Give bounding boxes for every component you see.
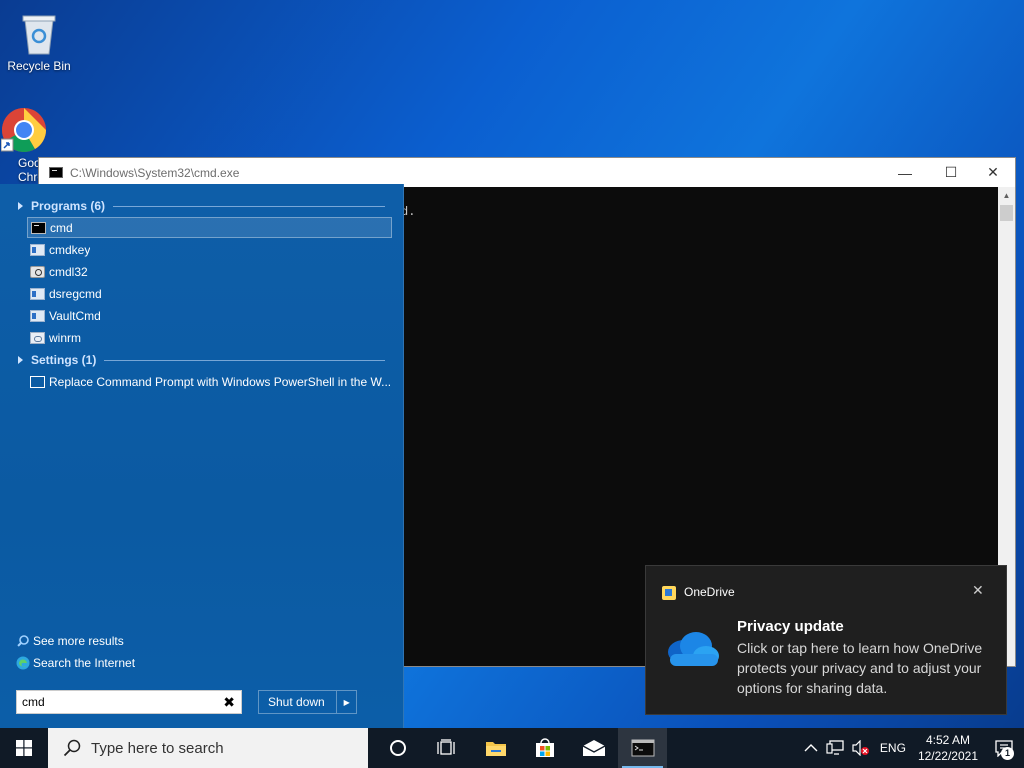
scroll-up-icon[interactable]: ▲ [998, 187, 1015, 204]
start-menu: Programs (6) cmd cmdkey cmdl32 dsregcmd … [0, 184, 404, 728]
task-view-button[interactable] [422, 728, 471, 768]
clear-search-icon[interactable]: ✖ [223, 694, 235, 711]
notification-app-name: OneDrive [684, 585, 735, 599]
result-label: dsregcmd [49, 286, 102, 301]
close-button[interactable]: ✕ [970, 158, 1016, 187]
taskbar: Type here to search ENG 4:52 AM 12/22/20… [0, 728, 1024, 768]
minimize-button[interactable]: — [882, 158, 928, 187]
result-label: winrm [49, 330, 81, 345]
result-setting-powershell[interactable]: Replace Command Prompt with Windows Powe… [27, 371, 392, 392]
file-explorer-button[interactable] [471, 728, 520, 768]
store-bag-icon [535, 738, 554, 757]
search-icon [63, 739, 81, 757]
mail-icon [582, 740, 605, 756]
cortana-circle-icon [389, 740, 406, 756]
shutdown-button[interactable]: Shut down ▶ [258, 690, 357, 714]
onedrive-app-icon [662, 586, 676, 600]
settings-icon [30, 375, 45, 388]
search-internet-link[interactable]: Search the Internet [16, 656, 135, 670]
result-cmdl32[interactable]: cmdl32 [27, 261, 392, 282]
result-label: cmdkey [49, 242, 91, 257]
result-dsregcmd[interactable]: dsregcmd [27, 283, 392, 304]
app-icon [30, 309, 45, 322]
chevron-up-icon [804, 744, 818, 752]
cmd-titlebar[interactable]: C:\Windows\System32\cmd.exe — ☐ ✕ [39, 158, 1015, 187]
see-more-results-link[interactable]: See more results [16, 634, 124, 648]
result-vaultcmd[interactable]: VaultCmd [27, 305, 392, 326]
cmd-icon [31, 221, 46, 234]
onedrive-cloud-icon [668, 632, 719, 666]
scroll-thumb[interactable] [1000, 205, 1013, 221]
start-search-input[interactable] [22, 695, 212, 709]
cortana-button[interactable] [373, 728, 422, 768]
section-heading: Settings (1) [31, 353, 97, 367]
result-label: Replace Command Prompt with Windows Powe… [49, 374, 392, 389]
divider [104, 359, 385, 361]
notification-body: Click or tap here to learn how OneDrive … [737, 640, 983, 696]
chrome-icon [1, 108, 46, 152]
clock-button[interactable]: 4:52 AM 12/22/2021 [912, 732, 984, 764]
cmd-icon [49, 167, 63, 178]
divider [113, 205, 385, 207]
result-label: cmdl32 [49, 264, 88, 279]
link-label: Search the Internet [33, 656, 136, 670]
taskbar-cmd-button[interactable] [618, 728, 667, 768]
maximize-button[interactable]: ☐ [928, 158, 974, 187]
mail-button[interactable] [569, 728, 618, 768]
expand-triangle-icon [18, 356, 23, 364]
volume-button[interactable] [848, 728, 874, 768]
app-icon [30, 243, 45, 256]
show-hidden-icons-button[interactable] [800, 728, 822, 768]
input-language-button[interactable]: ENG [874, 728, 912, 768]
task-view-icon [436, 739, 455, 755]
cmd-icon [631, 739, 654, 757]
desktop-icon-recycle-bin[interactable]: Recycle Bin [0, 10, 78, 73]
network-icon [826, 740, 844, 755]
volume-muted-icon [852, 740, 869, 756]
app-icon [30, 287, 45, 300]
shutdown-options-arrow-icon[interactable]: ▶ [336, 691, 356, 713]
shutdown-label: Shut down [268, 695, 325, 709]
expand-triangle-icon [18, 202, 23, 210]
result-label: cmd [50, 220, 73, 235]
notification-title: Privacy update [737, 618, 844, 635]
result-cmdkey[interactable]: cmdkey [27, 239, 392, 260]
clock-date: 12/22/2021 [917, 749, 978, 763]
section-settings[interactable]: Settings (1) [18, 350, 385, 370]
network-button[interactable] [822, 728, 848, 768]
window-app-icon [30, 331, 45, 344]
folder-icon [485, 742, 506, 756]
edge-icon [16, 656, 30, 670]
section-heading: Programs (6) [31, 199, 106, 213]
start-search-box[interactable]: ✖ [16, 690, 242, 714]
clock-time: 4:52 AM [925, 733, 970, 747]
result-winrm[interactable]: winrm [27, 327, 392, 348]
cmd-window-title: C:\Windows\System32\cmd.exe [70, 165, 240, 180]
notification-count-badge: 1 [1001, 747, 1014, 760]
close-notification-button[interactable]: ✕ [972, 582, 984, 599]
microsoft-store-button[interactable] [520, 728, 569, 768]
taskbar-search-box[interactable]: Type here to search [48, 728, 368, 768]
recycle-bin-icon [22, 15, 56, 55]
start-button[interactable] [0, 728, 48, 768]
search-icon [16, 635, 29, 648]
windows-logo-icon [16, 740, 32, 756]
result-label: VaultCmd [49, 308, 101, 323]
desktop-icon-label: Recycle Bin [7, 59, 71, 73]
result-cmd[interactable]: cmd [27, 217, 392, 238]
action-center-button[interactable]: 1 [984, 728, 1024, 768]
section-programs[interactable]: Programs (6) [18, 196, 385, 216]
onedrive-notification[interactable]: OneDrive ✕ Privacy update Click or tap h… [645, 565, 1007, 715]
system-tray: ENG 4:52 AM 12/22/2021 1 [800, 728, 1024, 768]
gear-app-icon [30, 265, 45, 278]
taskbar-search-placeholder: Type here to search [91, 739, 224, 757]
link-label: See more results [33, 634, 124, 648]
